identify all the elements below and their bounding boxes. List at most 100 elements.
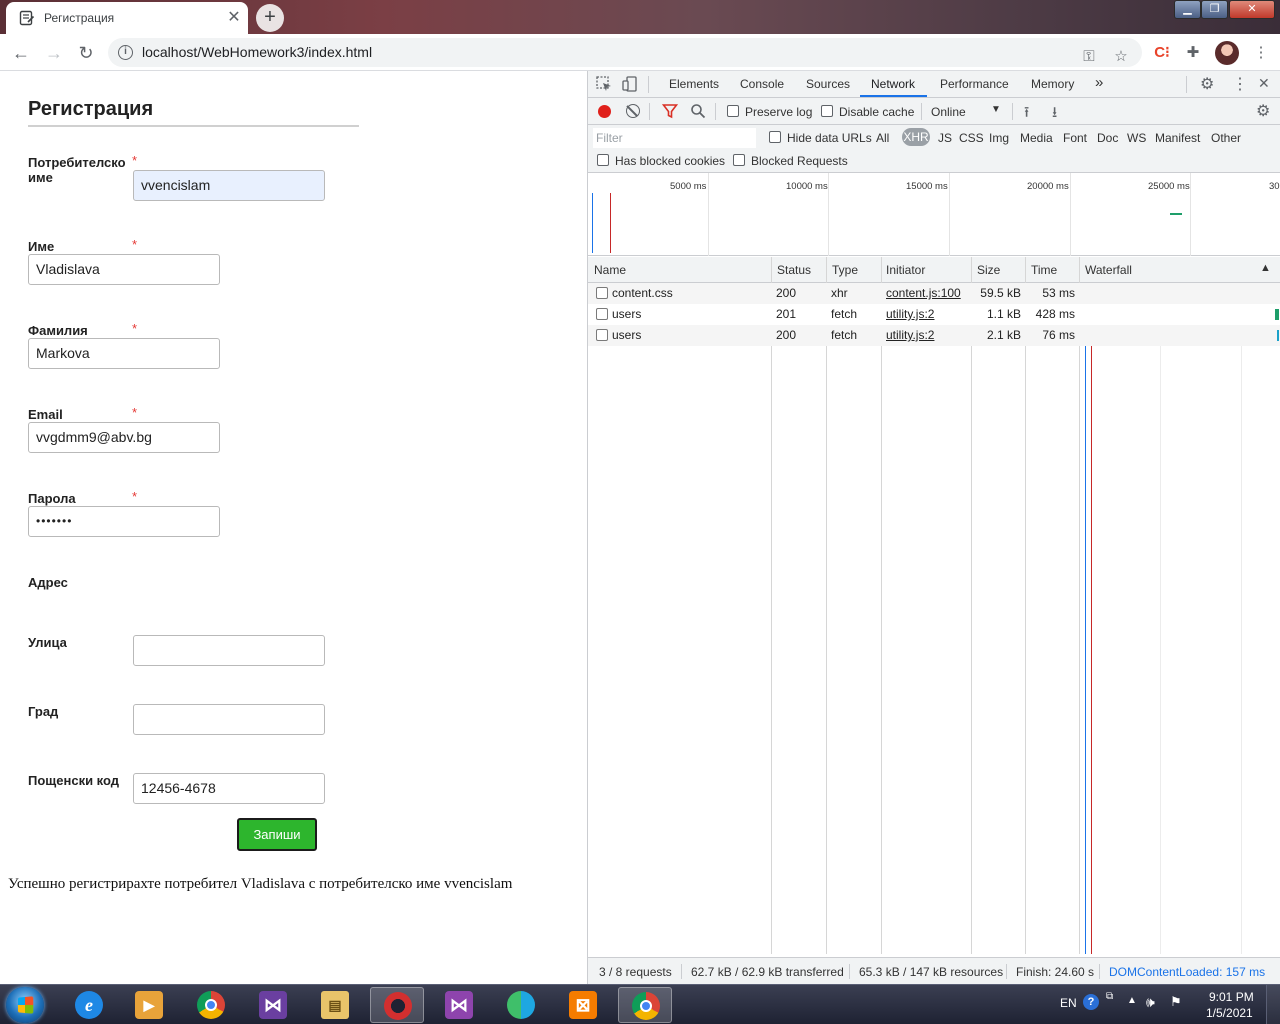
taskbar-internet-explorer[interactable]: e [62, 987, 116, 1023]
filter-type-other[interactable]: Other [1211, 131, 1241, 145]
blocked-requests-checkbox[interactable] [733, 154, 745, 166]
site-info-icon[interactable]: i [118, 45, 133, 60]
more-tabs-icon[interactable]: » [1095, 74, 1103, 91]
back-arrow-icon[interactable]: ← [9, 41, 33, 65]
reload-icon[interactable]: ↻ [74, 41, 98, 65]
email-input[interactable]: vvgdmm9@abv.bg [28, 422, 220, 453]
password-input[interactable]: ••••••• [28, 506, 220, 537]
taskbar-chrome-active[interactable] [618, 987, 672, 1023]
column-time[interactable]: Time [1031, 263, 1057, 277]
throttling-select[interactable]: Online [931, 105, 966, 119]
clock-time[interactable]: 9:01 PM [1209, 990, 1254, 1004]
last-name-input[interactable]: Markova [28, 338, 220, 369]
record-icon[interactable] [598, 105, 611, 118]
taskbar-media-player[interactable]: ▶ [122, 987, 176, 1023]
taskbar-opera[interactable] [370, 987, 424, 1023]
browser-tab[interactable]: Регистрация ✕ [6, 2, 248, 34]
filter-type-ws[interactable]: WS [1127, 131, 1146, 145]
close-devtools-icon[interactable]: ✕ [1258, 75, 1270, 92]
minimize-window-button[interactable]: ▁ [1174, 0, 1201, 19]
filter-type-doc[interactable]: Doc [1097, 131, 1118, 145]
column-initiator[interactable]: Initiator [886, 263, 925, 277]
show-desktop-button[interactable] [1266, 985, 1280, 1024]
preserve-log-checkbox[interactable] [727, 105, 739, 117]
username-input[interactable]: vvencislam [133, 170, 325, 201]
network-settings-gear-icon[interactable]: ⚙ [1256, 101, 1270, 121]
throttling-dropdown-icon[interactable]: ▼ [991, 104, 1001, 115]
first-name-input[interactable]: Vladislava [28, 254, 220, 285]
address-bar[interactable]: i localhost/WebHomework3/index.html ⚿ ☆ [108, 38, 1142, 67]
bookmark-star-icon[interactable]: ☆ [1110, 46, 1132, 68]
filter-type-css[interactable]: CSS [959, 131, 984, 145]
network-overview-timeline[interactable]: 5000 ms 10000 ms 15000 ms 20000 ms 25000… [588, 173, 1280, 256]
new-tab-button[interactable]: + [256, 4, 284, 32]
close-tab-icon[interactable]: ✕ [224, 8, 244, 28]
hide-data-urls-checkbox[interactable] [769, 131, 781, 143]
network-disconnected-icon[interactable]: ⚑ [1170, 994, 1182, 1010]
settings-gear-icon[interactable]: ⚙ [1200, 74, 1214, 94]
request-initiator-link[interactable]: content.js:100 [886, 286, 961, 300]
disable-cache-checkbox[interactable] [821, 105, 833, 117]
column-waterfall[interactable]: Waterfall [1085, 263, 1132, 277]
city-input[interactable] [133, 704, 325, 735]
clock-date[interactable]: 1/5/2021 [1206, 1006, 1253, 1020]
help-icon[interactable]: ? [1083, 994, 1099, 1010]
table-row[interactable]: content.css 200 xhr content.js:100 59.5 … [588, 283, 1280, 304]
tab-memory[interactable]: Memory [1031, 77, 1074, 91]
clear-icon[interactable] [626, 104, 640, 118]
request-initiator-link[interactable]: utility.js:2 [886, 328, 934, 342]
table-row[interactable]: users 200 fetch utility.js:2 2.1 kB 76 m… [588, 325, 1280, 346]
column-size[interactable]: Size [977, 263, 1000, 277]
table-row[interactable]: users 201 fetch utility.js:2 1.1 kB 428 … [588, 304, 1280, 325]
taskbar-visual-studio[interactable]: ⋈ [432, 987, 486, 1023]
tab-console[interactable]: Console [740, 77, 784, 91]
filter-type-all[interactable]: All [876, 131, 889, 145]
taskbar-file-explorer[interactable]: ▤ [308, 987, 362, 1023]
postal-code-input[interactable]: 12456-4678 [133, 773, 325, 804]
filter-type-font[interactable]: Font [1063, 131, 1087, 145]
filter-type-xhr[interactable]: XHR [902, 128, 930, 146]
tab-elements[interactable]: Elements [669, 77, 719, 91]
device-toolbar-icon[interactable] [622, 76, 638, 92]
column-name[interactable]: Name [594, 263, 626, 277]
sort-ascending-icon[interactable]: ▲ [1260, 262, 1271, 274]
extensions-puzzle-icon[interactable]: ✚ [1182, 42, 1204, 64]
export-har-icon[interactable]: ⭳ [1052, 102, 1057, 127]
taskbar-edge[interactable] [494, 987, 548, 1023]
taskbar-xampp[interactable]: ⊠ [556, 987, 610, 1023]
extension-c-icon[interactable]: C⁝ [1151, 42, 1173, 64]
submit-button[interactable]: Запиши [237, 818, 317, 851]
volume-icon[interactable]: 🕪 [1146, 994, 1155, 1011]
maximize-window-button[interactable]: ❐ [1201, 0, 1228, 19]
taskbar-visual-studio-2019[interactable]: ⋈ [246, 987, 300, 1023]
show-hidden-icons-icon[interactable]: ▲ [1127, 995, 1137, 1006]
close-window-button[interactable]: ✕ [1229, 0, 1275, 19]
inspect-element-icon[interactable] [596, 76, 612, 92]
devtools-menu-icon[interactable]: ⋮ [1232, 74, 1248, 94]
filter-input[interactable]: Filter [593, 128, 756, 148]
profile-avatar[interactable] [1215, 41, 1239, 65]
required-star: * [132, 237, 138, 252]
start-button[interactable] [6, 987, 44, 1023]
filter-type-js[interactable]: JS [938, 131, 952, 145]
filter-type-img[interactable]: Img [989, 131, 1009, 145]
request-initiator-link[interactable]: utility.js:2 [886, 307, 934, 321]
tab-performance[interactable]: Performance [940, 77, 1009, 91]
column-status[interactable]: Status [777, 263, 811, 277]
filter-type-media[interactable]: Media [1020, 131, 1053, 145]
input-language[interactable]: EN [1060, 996, 1077, 1010]
forward-arrow-icon[interactable]: → [42, 41, 66, 65]
tab-network[interactable]: Network [860, 77, 928, 97]
chrome-menu-icon[interactable]: ⋮ [1250, 42, 1272, 64]
filter-funnel-icon[interactable] [661, 103, 679, 119]
tab-sources[interactable]: Sources [806, 77, 850, 91]
filter-type-manifest[interactable]: Manifest [1155, 131, 1200, 145]
search-icon[interactable] [690, 103, 706, 119]
import-har-icon[interactable]: ⭱ [1024, 102, 1029, 127]
taskbar-chrome[interactable] [184, 987, 238, 1023]
language-bar-icon[interactable]: ⧉ [1106, 991, 1113, 1002]
column-type[interactable]: Type [832, 263, 858, 277]
street-input[interactable] [133, 635, 325, 666]
has-blocked-cookies-checkbox[interactable] [597, 154, 609, 166]
password-key-icon[interactable]: ⚿ [1078, 46, 1100, 68]
